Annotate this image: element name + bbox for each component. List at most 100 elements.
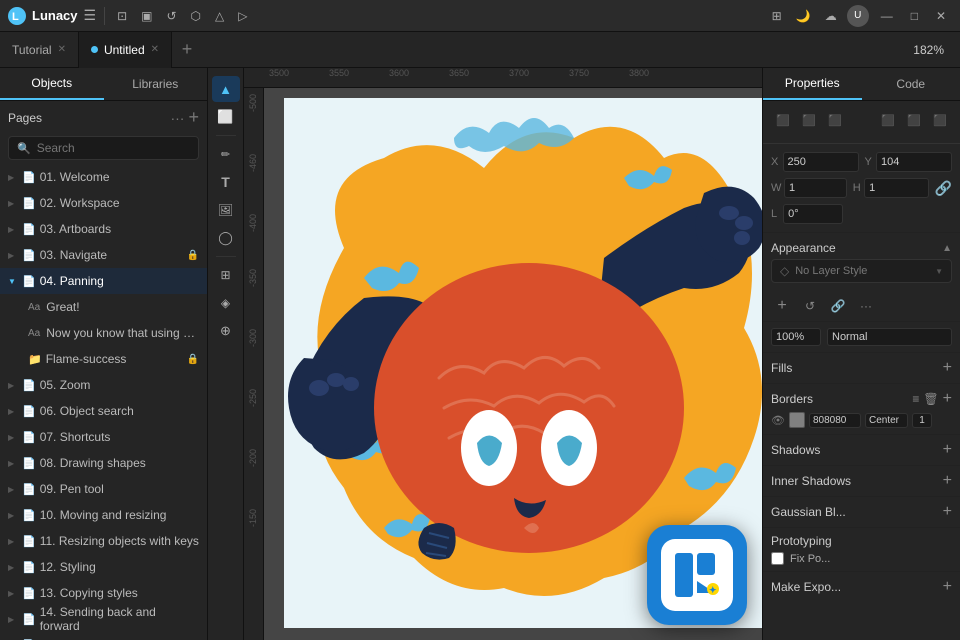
align-bottom-btn[interactable]: ⬛ bbox=[928, 109, 952, 131]
lock-icon: 🔒 bbox=[187, 354, 199, 365]
toolbar-image-icon[interactable]: ⊡ bbox=[113, 7, 131, 25]
toolbar-triangle-icon[interactable]: △ bbox=[211, 7, 228, 25]
border-color-swatch[interactable] bbox=[789, 412, 805, 428]
tab-tutorial[interactable]: Tutorial ✕ bbox=[0, 32, 79, 68]
x-input[interactable] bbox=[783, 152, 859, 172]
delete-border-btn[interactable]: 🗑 bbox=[923, 392, 938, 406]
mask-tool-btn[interactable]: ◈ bbox=[212, 290, 240, 316]
more-style-btn[interactable]: ··· bbox=[855, 295, 877, 317]
border-settings-btn[interactable]: ≡ bbox=[912, 392, 919, 406]
image-tool-btn[interactable]: 🖼 bbox=[212, 197, 240, 223]
page-item-03a[interactable]: ▶ 📄 03. Artboards bbox=[0, 216, 207, 242]
page-item-06[interactable]: ▶ 📄 06. Object search bbox=[0, 398, 207, 424]
theme-icon[interactable]: 🌙 bbox=[792, 7, 815, 25]
component-tool-btn[interactable]: ⊞ bbox=[212, 262, 240, 288]
add-inner-shadow-btn[interactable]: + bbox=[943, 472, 952, 490]
grid-icon[interactable]: ⊞ bbox=[768, 7, 786, 25]
page-item-01[interactable]: ▶ 📄 01. Welcome bbox=[0, 164, 207, 190]
horizontal-ruler: 3500 3550 3600 3650 3700 3750 3800 bbox=[244, 68, 762, 88]
page-item-15[interactable]: ▶ 📄 15. Text bbox=[0, 632, 207, 640]
toolbar-rotate-icon[interactable]: ↺ bbox=[162, 7, 180, 25]
page-item-04[interactable]: ▼ 📄 04. Panning bbox=[0, 268, 207, 294]
appearance-collapse-btn[interactable]: ▲ bbox=[942, 243, 952, 254]
sidebar-tab-objects[interactable]: Objects bbox=[0, 68, 104, 100]
add-fill-btn[interactable]: + bbox=[943, 359, 952, 377]
border-width-input[interactable] bbox=[912, 413, 932, 428]
h-input[interactable] bbox=[864, 178, 929, 198]
fix-position-checkbox[interactable] bbox=[771, 552, 784, 565]
panel-tab-properties[interactable]: Properties bbox=[763, 68, 862, 100]
page-subitem-now[interactable]: Aa Now you know that using Shift bbox=[0, 320, 207, 346]
toolbar-hex-icon[interactable]: ⬡ bbox=[187, 7, 205, 25]
y-label: Y bbox=[865, 156, 874, 168]
link-proportions-btn[interactable]: 🔗 bbox=[935, 178, 952, 198]
page-item-13[interactable]: ▶ 📄 13. Copying styles bbox=[0, 580, 207, 606]
align-center-v-btn[interactable]: ⬛ bbox=[902, 109, 926, 131]
cloud-icon[interactable]: ☁ bbox=[821, 7, 841, 25]
frame-tool-btn[interactable]: ⬜ bbox=[212, 104, 240, 130]
search-icon: 🔍 bbox=[17, 142, 31, 155]
page-item-03b[interactable]: ▶ 📄 03. Navigate 🔒 bbox=[0, 242, 207, 268]
page-item-12[interactable]: ▶ 📄 12. Styling bbox=[0, 554, 207, 580]
y-input[interactable] bbox=[876, 152, 952, 172]
tab-add-btn[interactable]: + bbox=[172, 32, 202, 68]
add-shadow-btn[interactable]: + bbox=[943, 441, 952, 459]
canvas-area[interactable]: 3500 3550 3600 3650 3700 3750 3800 -500 … bbox=[244, 68, 762, 640]
toolbar-play-icon[interactable]: ▷ bbox=[234, 7, 251, 25]
vertical-ruler: -500 -460 -400 -350 -300 -250 -200 -150 bbox=[244, 88, 264, 640]
rotation-input[interactable] bbox=[783, 204, 843, 224]
maximize-btn[interactable]: □ bbox=[905, 7, 924, 25]
align-right-btn[interactable]: ⬛ bbox=[823, 109, 847, 131]
align-center-h-btn[interactable]: ⬛ bbox=[797, 109, 821, 131]
blend-mode-select[interactable]: NormalMultiplyScreenOverlayDarkenLighten… bbox=[827, 328, 952, 346]
border-position-select[interactable]: CenterInsideOutside bbox=[865, 413, 908, 428]
zoom-tool-btn[interactable]: ⊕ bbox=[212, 318, 240, 344]
border-color-hex[interactable] bbox=[809, 413, 861, 428]
add-border-btn[interactable]: + bbox=[943, 390, 952, 408]
page-folder-icon: 📄 bbox=[22, 249, 36, 262]
add-style-btn[interactable]: + bbox=[771, 295, 793, 317]
text-tool-btn[interactable]: T bbox=[212, 169, 240, 195]
border-visibility-btn[interactable]: 👁 bbox=[771, 414, 785, 427]
user-icon[interactable]: U bbox=[847, 5, 869, 27]
page-item-02[interactable]: ▶ 📄 02. Workspace bbox=[0, 190, 207, 216]
page-subitem-great[interactable]: Aa Great! bbox=[0, 294, 207, 320]
select-tool-btn[interactable]: ▲ bbox=[212, 76, 240, 102]
sidebar-tab-libraries[interactable]: Libraries bbox=[104, 68, 208, 100]
tab-tutorial-close[interactable]: ✕ bbox=[58, 44, 66, 55]
close-btn[interactable]: ✕ bbox=[930, 7, 952, 25]
page-item-05[interactable]: ▶ 📄 05. Zoom bbox=[0, 372, 207, 398]
page-item-11[interactable]: ▶ 📄 11. Resizing objects with keys bbox=[0, 528, 207, 554]
chevron-right-icon: ▶ bbox=[8, 433, 18, 442]
pen-tool-btn[interactable]: ✏ bbox=[212, 141, 240, 167]
gaussian-blur-section: Gaussian Bl... + bbox=[763, 497, 960, 528]
menu-icon[interactable]: ☰ bbox=[84, 7, 97, 24]
page-item-07[interactable]: ▶ 📄 07. Shortcuts bbox=[0, 424, 207, 450]
page-subitem-flame[interactable]: 📁 Flame-success 🔒 bbox=[0, 346, 207, 372]
shape-tool-btn[interactable]: ◯ bbox=[212, 225, 240, 251]
minimize-btn[interactable]: — bbox=[875, 7, 899, 25]
align-left-btn[interactable]: ⬛ bbox=[771, 109, 795, 131]
opacity-input[interactable] bbox=[771, 328, 821, 346]
page-item-14[interactable]: ▶ 📄 14. Sending back and forward bbox=[0, 606, 207, 632]
page-item-10[interactable]: ▶ 📄 10. Moving and resizing bbox=[0, 502, 207, 528]
layer-style-selector[interactable]: ◇ No Layer Style ▼ bbox=[771, 259, 952, 283]
page-item-08[interactable]: ▶ 📄 08. Drawing shapes bbox=[0, 450, 207, 476]
tab-untitled-close[interactable]: ✕ bbox=[151, 44, 159, 55]
align-top-btn[interactable]: ⬛ bbox=[876, 109, 900, 131]
add-export-btn[interactable]: + bbox=[943, 578, 952, 596]
svg-text:L: L bbox=[12, 11, 19, 23]
undo-style-btn[interactable]: ↺ bbox=[799, 295, 821, 317]
search-input[interactable] bbox=[37, 141, 190, 155]
add-gaussian-blur-btn[interactable]: + bbox=[943, 503, 952, 521]
w-input[interactable] bbox=[784, 178, 847, 198]
toolbar-frame-icon[interactable]: ▣ bbox=[137, 7, 156, 25]
tab-untitled[interactable]: Untitled ✕ bbox=[79, 32, 172, 68]
canvas[interactable]: ✦ bbox=[264, 88, 762, 640]
pages-add-btn[interactable]: + bbox=[188, 107, 199, 128]
svg-text:✦: ✦ bbox=[709, 585, 717, 595]
page-item-09[interactable]: ▶ 📄 09. Pen tool bbox=[0, 476, 207, 502]
panel-tab-code[interactable]: Code bbox=[862, 68, 960, 100]
pages-more-btn[interactable]: ··· bbox=[170, 110, 184, 126]
link-style-btn[interactable]: 🔗 bbox=[827, 295, 849, 317]
